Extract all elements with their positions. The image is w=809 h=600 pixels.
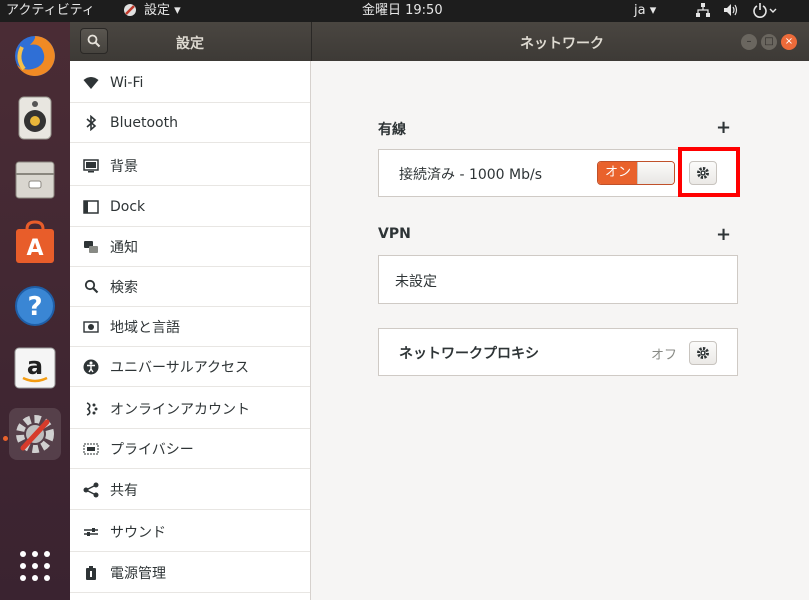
power-menu-icon[interactable] [752, 2, 780, 24]
search-icon [80, 279, 102, 294]
proxy-row[interactable]: ネットワークプロキシ オフ [378, 328, 738, 376]
clock[interactable]: 金曜日 19:50 [362, 2, 443, 20]
toggle-on-label: オン [598, 162, 638, 184]
power-icon [80, 565, 102, 581]
privacy-icon [80, 443, 102, 455]
activities-button[interactable]: アクティビティ [6, 2, 95, 20]
sidebar-item-notifications[interactable]: 通知 [70, 227, 310, 267]
sidebar-item-label: Dock [110, 198, 146, 215]
sidebar-item-bluetooth[interactable]: Bluetooth [70, 103, 310, 143]
sidebar-item-wifi[interactable]: Wi-Fi [70, 63, 310, 103]
sidebar-item-region[interactable]: 地域と言語 [70, 307, 310, 347]
close-button[interactable]: × [781, 34, 797, 50]
sidebar-item-online-accounts[interactable]: オンラインアカウント [70, 389, 310, 429]
sound-icon [80, 526, 102, 538]
accessibility-icon [80, 359, 102, 375]
sidebar-item-label: Bluetooth [110, 114, 178, 131]
amazon-icon[interactable]: a [9, 342, 61, 394]
network-panel: 有線 + 接続済み - 1000 Mb/s オン VPN + 未設定 ネットワー… [312, 61, 809, 600]
bluetooth-icon [80, 114, 102, 131]
wifi-icon [80, 76, 102, 90]
firefox-icon[interactable] [9, 30, 61, 82]
language-indicator[interactable]: ja ▾ [634, 2, 656, 20]
svg-text:a: a [27, 352, 43, 380]
add-wired-button[interactable]: + [716, 117, 731, 138]
rhythmbox-icon[interactable] [9, 92, 61, 144]
wired-toggle[interactable]: オン [597, 161, 675, 185]
sidebar-item-universal-access[interactable]: ユニバーサルアクセス [70, 347, 310, 387]
app-menu[interactable]: 設定 ▾ [144, 2, 181, 20]
sidebar-item-label: Wi-Fi [110, 74, 144, 91]
add-vpn-button[interactable]: + [716, 224, 731, 245]
settings-window: 設定 ネットワーク – □ × Wi-Fi Bluetooth 背景 Dock … [70, 22, 809, 600]
app-grid-icon[interactable] [9, 540, 61, 592]
sidebar-title: 設定 [176, 36, 204, 52]
minimize-button[interactable]: – [741, 34, 757, 50]
toggle-knob [637, 162, 674, 184]
svg-text:A: A [26, 236, 43, 261]
gear-icon [697, 347, 709, 359]
running-indicator [3, 436, 8, 441]
sidebar: Wi-Fi Bluetooth 背景 Dock 通知 検索 地域と言語 ユニバー… [70, 61, 311, 600]
highlight-box [678, 147, 740, 197]
files-icon[interactable] [9, 154, 61, 206]
sidebar-item-label: 地域と言語 [110, 319, 180, 336]
sidebar-item-background[interactable]: 背景 [70, 146, 310, 186]
dock-icon [80, 199, 102, 214]
sidebar-item-label: 電源管理 [110, 565, 166, 582]
sidebar-item-label: プライバシー [110, 441, 194, 458]
maximize-button[interactable]: □ [761, 34, 777, 50]
settings-icon[interactable] [9, 408, 61, 460]
wired-section-title: 有線 [378, 122, 406, 138]
top-bar: アクティビティ 設定 ▾ 金曜日 19:50 ja ▾ [0, 0, 809, 22]
sidebar-item-label: 検索 [110, 279, 138, 296]
settings-app-menu-icon[interactable] [122, 2, 138, 24]
share-icon [80, 482, 102, 498]
sidebar-item-label: サウンド [110, 524, 166, 541]
network-status-icon[interactable] [695, 2, 711, 24]
dock: A ? a [0, 22, 70, 600]
volume-icon[interactable] [722, 2, 740, 24]
proxy-label: ネットワークプロキシ [399, 346, 539, 362]
sidebar-item-search[interactable]: 検索 [70, 267, 310, 307]
sidebar-item-power[interactable]: 電源管理 [70, 553, 310, 593]
sidebar-item-label: 通知 [110, 239, 138, 256]
vpn-row: 未設定 [378, 255, 738, 304]
proxy-state: オフ [651, 348, 678, 363]
region-icon [80, 320, 102, 333]
page-title: ネットワーク [520, 36, 604, 52]
vpn-empty-label: 未設定 [395, 274, 437, 290]
online-accounts-icon [80, 401, 102, 417]
notification-icon [80, 240, 102, 254]
sidebar-item-sharing[interactable]: 共有 [70, 470, 310, 510]
vpn-section-title: VPN [378, 226, 411, 242]
sidebar-item-dock[interactable]: Dock [70, 187, 310, 227]
search-button[interactable] [80, 28, 108, 54]
search-icon [87, 34, 101, 48]
sidebar-item-label: 共有 [110, 482, 138, 499]
header-divider [311, 22, 312, 61]
sidebar-item-label: 背景 [110, 158, 138, 175]
sidebar-item-label: オンラインアカウント [110, 401, 250, 418]
software-center-icon[interactable]: A [9, 216, 61, 268]
header-bar: 設定 ネットワーク – □ × [70, 22, 809, 61]
sidebar-item-privacy[interactable]: プライバシー [70, 429, 310, 469]
proxy-settings-button[interactable] [689, 341, 717, 365]
help-icon[interactable]: ? [9, 280, 61, 332]
sidebar-item-label: ユニバーサルアクセス [110, 359, 250, 376]
sidebar-item-sound[interactable]: サウンド [70, 512, 310, 552]
background-icon [80, 158, 102, 173]
svg-text:?: ? [27, 292, 42, 322]
wired-status: 接続済み - 1000 Mb/s [399, 167, 543, 183]
